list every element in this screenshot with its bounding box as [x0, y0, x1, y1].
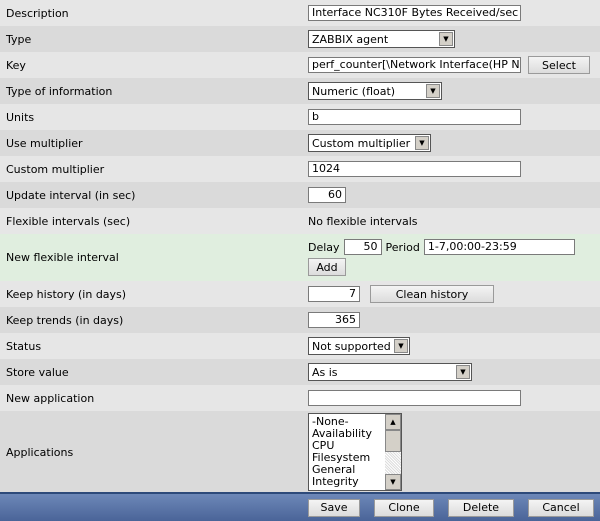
chevron-down-icon: ▼	[456, 365, 470, 379]
flexible-intervals-text: No flexible intervals	[308, 214, 418, 228]
scroll-down-icon[interactable]: ▼	[385, 474, 401, 490]
new-application-input[interactable]	[308, 390, 521, 406]
row-new-application: New application	[0, 385, 600, 411]
description-input[interactable]: Interface NC310F Bytes Received/sec	[308, 5, 521, 21]
row-keep-trends: Keep trends (in days) 365	[0, 307, 600, 333]
save-button[interactable]: Save	[308, 498, 360, 517]
chevron-down-icon: ▼	[439, 32, 453, 46]
custom-multiplier-input[interactable]: 1024	[308, 161, 521, 177]
chevron-down-icon: ▼	[415, 136, 429, 150]
delete-button[interactable]: Delete	[448, 498, 514, 517]
row-store-value: Store value As is ▼	[0, 359, 600, 385]
key-input[interactable]: perf_counter[\Network Interface(HP NC	[308, 57, 521, 73]
type-info-select[interactable]: Numeric (float) ▼	[308, 82, 442, 100]
clone-button[interactable]: Clone	[374, 498, 434, 517]
item-form: Description Interface NC310F Bytes Receiv…	[0, 0, 600, 493]
delay-input[interactable]: 50	[343, 239, 382, 255]
row-update-interval: Update interval (in sec) 60	[0, 182, 600, 208]
scrollbar[interactable]: ▲ ▼	[385, 414, 401, 490]
applications-listbox[interactable]: -None- Availability CPU Filesystem Gener…	[308, 413, 402, 491]
row-status: Status Not supported ▼	[0, 333, 600, 359]
row-new-flexible: New flexible interval Delay 50 Period 1-7,00…	[0, 234, 600, 281]
clean-history-button[interactable]: Clean history	[370, 285, 494, 303]
cancel-button[interactable]: Cancel	[528, 498, 594, 517]
footer-toolbar: Save Clone Delete Cancel	[0, 492, 600, 521]
use-multiplier-select[interactable]: Custom multiplier ▼	[308, 134, 431, 152]
row-type-info: Type of information Numeric (float) ▼	[0, 78, 600, 104]
type-select[interactable]: ZABBIX agent ▼	[308, 30, 455, 48]
row-key: Key perf_counter[\Network Interface(HP NC…	[0, 52, 600, 78]
keep-trends-input[interactable]: 365	[308, 312, 360, 328]
row-type: Type ZABBIX agent ▼	[0, 26, 600, 52]
update-interval-input[interactable]: 60	[308, 187, 346, 203]
keep-history-input[interactable]: 7	[308, 286, 360, 302]
row-custom-multiplier: Custom multiplier 1024	[0, 156, 600, 182]
add-button[interactable]: Add	[308, 258, 346, 276]
scroll-thumb[interactable]	[385, 430, 401, 452]
row-description: Description Interface NC310F Bytes Receiv…	[0, 0, 600, 26]
select-button[interactable]: Select	[528, 56, 590, 74]
chevron-down-icon: ▼	[394, 339, 408, 353]
row-keep-history: Keep history (in days) 7 Clean history	[0, 281, 600, 307]
row-flexible-intervals: Flexible intervals (sec) No flexible inte…	[0, 208, 600, 234]
row-units: Units b	[0, 104, 600, 130]
list-item[interactable]: Integrity	[312, 476, 382, 488]
store-value-select[interactable]: As is ▼	[308, 363, 472, 381]
row-use-multiplier: Use multiplier Custom multiplier ▼	[0, 130, 600, 156]
row-applications: Applications -None- Availability CPU Fil…	[0, 411, 600, 493]
units-input[interactable]: b	[308, 109, 521, 125]
period-input[interactable]: 1-7,00:00-23:59	[423, 239, 575, 255]
chevron-down-icon: ▼	[426, 84, 440, 98]
status-select[interactable]: Not supported ▼	[308, 337, 410, 355]
scroll-up-icon[interactable]: ▲	[385, 414, 401, 430]
